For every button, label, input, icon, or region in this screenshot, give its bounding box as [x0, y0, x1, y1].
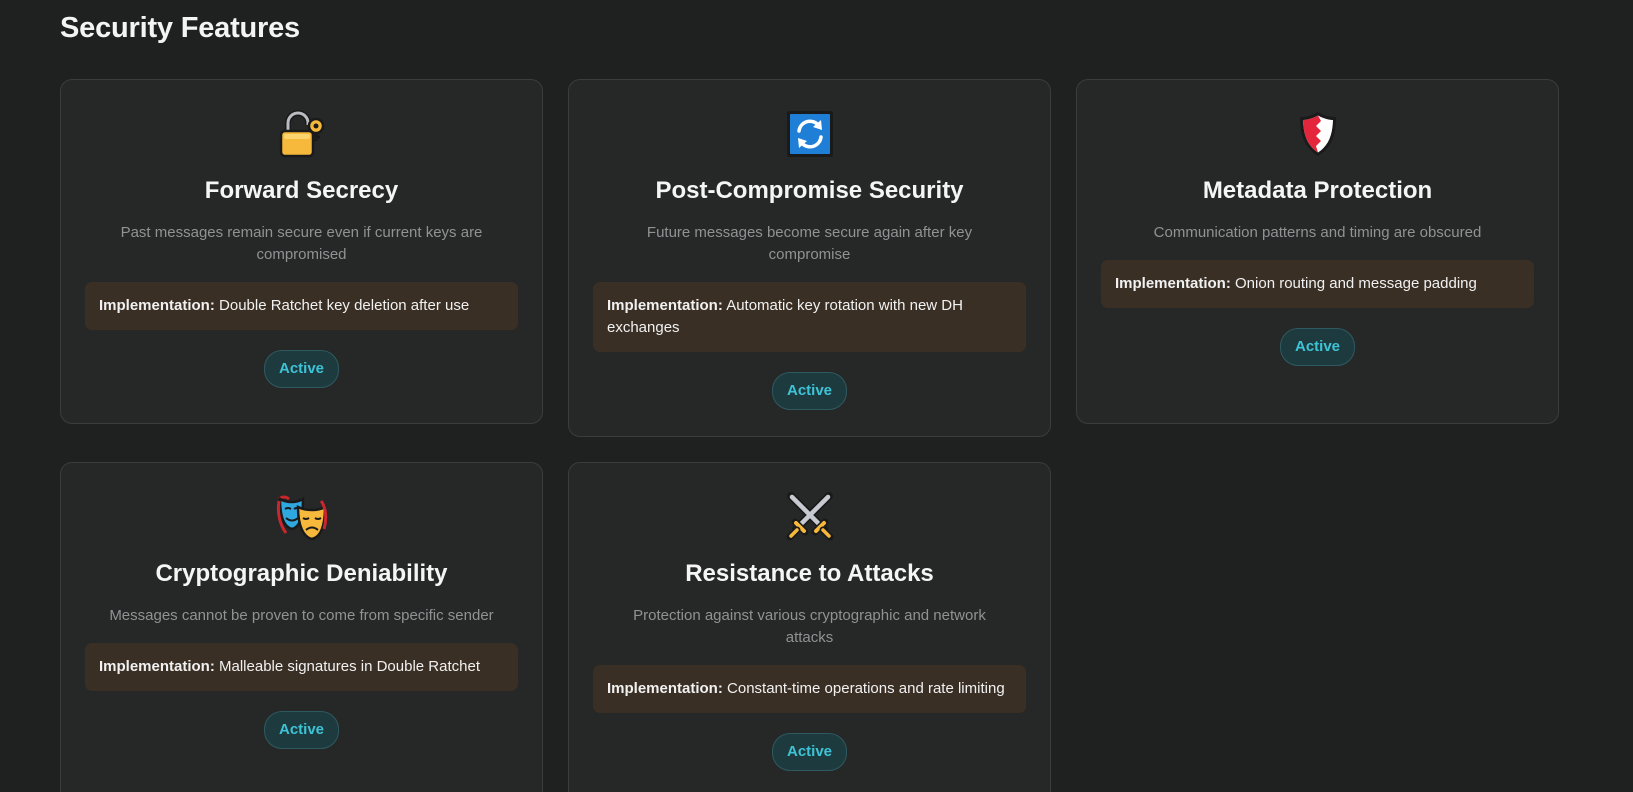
theater-masks-icon: [276, 495, 327, 541]
status-badge: Active: [771, 372, 848, 410]
feature-description: Messages cannot be proven to come from s…: [109, 607, 494, 624]
status-badge: Active: [263, 350, 340, 388]
status-badge: Active: [1279, 328, 1356, 366]
feature-title: Cryptographic Deniability: [155, 560, 448, 587]
implementation-label: Implementation:: [1115, 275, 1231, 292]
implementation-box: Implementation: Onion routing and messag…: [1101, 260, 1534, 308]
implementation-label: Implementation:: [99, 297, 215, 314]
feature-description: Past messages remain secure even if curr…: [120, 224, 483, 263]
features-grid: Forward Secrecy Past messages remain sec…: [60, 79, 1559, 792]
implementation-box: Implementation: Double Ratchet key delet…: [85, 282, 518, 330]
implementation-label: Implementation:: [607, 297, 723, 314]
feature-title: Forward Secrecy: [204, 177, 399, 204]
security-features-page: Security Features Forward Secrecy Past m…: [0, 0, 1633, 792]
shield-icon: [1299, 112, 1336, 156]
implementation-box: Implementation: Automatic key rotation w…: [593, 282, 1026, 352]
unlocked-padlock-key-icon: [279, 110, 324, 158]
feature-card-metadata-protection: Metadata Protection Communication patter…: [1076, 79, 1559, 424]
feature-description: Communication patterns and timing are ob…: [1153, 224, 1482, 241]
feature-description: Protection against various cryptographic…: [633, 607, 986, 646]
feature-card-forward-secrecy: Forward Secrecy Past messages remain sec…: [60, 79, 543, 424]
implementation-text: Double Ratchet key deletion after use: [219, 297, 470, 314]
implementation-label: Implementation:: [99, 658, 215, 675]
status-badge: Active: [771, 733, 848, 771]
implementation-text: Constant-time operations and rate limiti…: [727, 680, 1005, 697]
implementation-label: Implementation:: [607, 680, 723, 697]
status-badge: Active: [263, 711, 340, 749]
implementation-text: Malleable signatures in Double Ratchet: [219, 658, 480, 675]
feature-card-cryptographic-deniability: Cryptographic Deniability Messages canno…: [60, 462, 543, 792]
refresh-arrows-icon: [786, 111, 833, 157]
section-title: Security Features: [60, 12, 300, 44]
implementation-box: Implementation: Constant-time operations…: [593, 665, 1026, 713]
crossed-swords-icon: [786, 492, 833, 541]
feature-title: Post-Compromise Security: [655, 177, 964, 204]
feature-title: Resistance to Attacks: [685, 560, 934, 587]
feature-title: Metadata Protection: [1202, 177, 1433, 204]
feature-card-resistance-to-attacks: Resistance to Attacks Protection against…: [568, 462, 1051, 792]
feature-description: Future messages become secure again afte…: [646, 224, 973, 263]
implementation-text: Onion routing and message padding: [1235, 275, 1477, 292]
implementation-box: Implementation: Malleable signatures in …: [85, 643, 518, 691]
feature-card-post-compromise-security: Post-Compromise Security Future messages…: [568, 79, 1051, 437]
